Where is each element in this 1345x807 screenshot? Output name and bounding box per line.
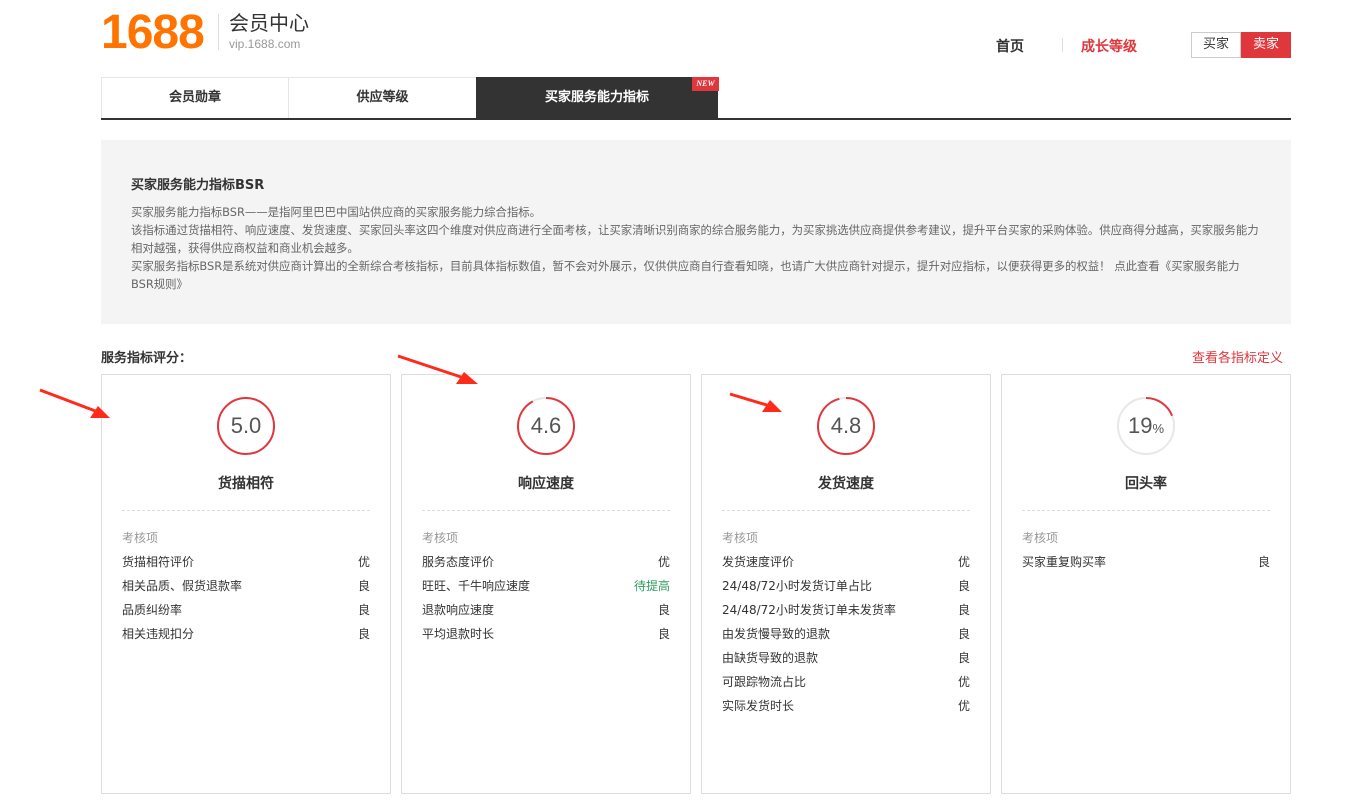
metric-name: 平均退款时长 <box>422 627 495 641</box>
intro-paragraph-1: 买家服务能力指标BSR——是指阿里巴巴中国站供应商的买家服务能力综合指标。 <box>131 205 542 219</box>
card-title: 发货速度 <box>818 476 874 492</box>
metric-grade: 优 <box>957 555 970 569</box>
metric-row: 由发货慢导致的退款 良 <box>722 625 970 649</box>
metric-row: 24/48/72小时发货订单未发货率 良 <box>722 601 970 625</box>
metric-name: 品质纠纷率 <box>122 603 183 617</box>
score-value: 19% <box>1127 413 1165 438</box>
metric-row: 由缺货导致的退款 良 <box>722 649 970 673</box>
metric-name: 可跟踪物流占比 <box>722 675 807 689</box>
header: 1688 会员中心 vip.1688.com 首页 成长等级 买家 卖家 <box>0 0 1345 78</box>
intro-paragraph-2: 该指标通过货描相符、响应速度、发货速度、买家回头率这四个维度对供应商进行全面考核… <box>131 223 1259 255</box>
tab-member-badges[interactable]: 会员勋章 <box>101 77 289 118</box>
score-value: 4.6 <box>530 413 562 438</box>
card-subtitle: 考核项 <box>722 531 759 545</box>
metric-row: 货描相符评价 优 <box>122 553 370 577</box>
site-title: 会员中心 <box>229 11 309 35</box>
seller-button[interactable]: 卖家 <box>1241 32 1291 58</box>
site-url: vip.1688.com <box>229 37 301 51</box>
metric-row: 品质纠纷率 良 <box>122 601 370 625</box>
section-title: 服务指标评分： <box>101 351 193 366</box>
tab-bar: 会员勋章 供应等级 买家服务能力指标 NEW <box>101 77 1291 120</box>
card-title: 回头率 <box>1125 476 1167 492</box>
metric-grade: 良 <box>357 579 370 593</box>
score-card-response-speed: 4.6 响应速度 考核项 服务态度评价优旺旺、千牛响应速度 待提高 退款响应速度良平均退款… <box>401 374 691 794</box>
view-definitions-link[interactable]: 查看各指标定义 <box>1192 347 1283 366</box>
card-divider <box>122 510 370 511</box>
metric-name: 相关品质、假货退款率 <box>122 579 243 593</box>
logo[interactable]: 1688 <box>101 8 205 58</box>
metric-row: 相关品质、假货退款率 良 <box>122 577 370 601</box>
metric-grade: 良 <box>957 579 970 593</box>
metric-grade: 良 <box>957 627 970 641</box>
metric-grade: 良 <box>957 603 970 617</box>
card-divider <box>422 510 670 511</box>
card-title: 响应速度 <box>518 476 574 492</box>
metric-grade: 优 <box>957 675 970 689</box>
intro-paragraph-3: 买家服务指标BSR是系统对供应商计算出的全新综合考核指标，目前具体指标数值，暂不… <box>131 259 1240 291</box>
metric-row: 平均退款时长 良 <box>422 625 670 649</box>
metric-name: 24/48/72小时发货订单未发货率 <box>722 603 896 617</box>
metric-grade: 良 <box>657 603 670 617</box>
metric-row: 旺旺、千牛响应速度 待提高 <box>422 577 670 601</box>
metric-row: 买家重复购买率 良 <box>1022 553 1270 577</box>
metric-grade: 优 <box>957 699 970 713</box>
score-value: 5.0 <box>230 413 262 438</box>
intro-panel: 买家服务能力指标BSR 买家服务能力指标BSR——是指阿里巴巴中国站供应商的买家… <box>101 140 1291 324</box>
card-divider <box>1022 510 1270 511</box>
metric-grade: 良 <box>357 627 370 641</box>
nav-home-link[interactable]: 首页 <box>996 36 1024 56</box>
metric-name: 退款响应速度 <box>422 603 495 617</box>
role-switch: 买家 卖家 <box>1191 32 1291 58</box>
metric-row: 24/48/72小时发货订单占比 良 <box>722 577 970 601</box>
metric-row: 相关违规扣分 良 <box>122 625 370 649</box>
metric-grade: 良 <box>957 651 970 665</box>
tab-supply-level[interactable]: 供应等级 <box>288 77 477 118</box>
score-card-description-match: 5.0 货描相符 考核项 货描相符评价优相关品质、假货退款率良品质纠纷率良相关违规扣分… <box>101 374 391 794</box>
metric-name: 旺旺、千牛响应速度 <box>422 579 531 593</box>
metric-name: 服务态度评价 <box>422 555 495 569</box>
card-subtitle: 考核项 <box>422 531 459 545</box>
metric-grade: 良 <box>1257 555 1270 569</box>
metric-name: 相关违规扣分 <box>122 627 195 641</box>
metric-grade: 良 <box>657 627 670 641</box>
intro-title: 买家服务能力指标BSR <box>131 178 265 193</box>
metric-list: 服务态度评价优旺旺、千牛响应速度 待提高 退款响应速度良平均退款时长良 <box>422 553 670 649</box>
score-card-repurchase-rate: 19% 回头率考核项买家重复购买率 良 <box>1001 374 1291 794</box>
card-divider <box>722 510 970 511</box>
metric-name: 发货速度评价 <box>722 555 795 569</box>
metric-name: 买家重复购买率 <box>1022 555 1107 569</box>
tab-buyer-service-index[interactable]: 买家服务能力指标 <box>476 77 718 118</box>
metric-row: 退款响应速度 良 <box>422 601 670 625</box>
metric-grade: 优 <box>657 555 670 569</box>
card-title: 货描相符 <box>218 476 274 492</box>
nav-growth-link[interactable]: 成长等级 <box>1081 36 1137 56</box>
metric-grade: 优 <box>357 555 370 569</box>
logo-divider <box>218 14 219 50</box>
metric-name: 由缺货导致的退款 <box>722 651 819 665</box>
metric-name: 24/48/72小时发货订单占比 <box>722 579 872 593</box>
card-subtitle: 考核项 <box>1022 531 1059 545</box>
metric-row: 可跟踪物流占比 优 <box>722 673 970 697</box>
metric-name: 由发货慢导致的退款 <box>722 627 831 641</box>
nav-separator <box>1062 38 1063 52</box>
metric-grade: 良 <box>357 603 370 617</box>
metric-row: 发货速度评价 优 <box>722 553 970 577</box>
score-value: 4.8 <box>830 413 862 438</box>
metric-name: 货描相符评价 <box>122 555 195 569</box>
metric-list: 货描相符评价优相关品质、假货退款率良品质纠纷率良相关违规扣分良 <box>122 553 370 649</box>
metric-grade: 待提高 <box>633 579 670 593</box>
metric-list: 发货速度评价优 24/48/72小时发货订单占比良 24/48/72小时发货订单未发… <box>722 553 970 721</box>
new-badge: NEW <box>692 77 719 91</box>
metric-list: 买家重复购买率 良 <box>1022 553 1270 577</box>
metric-row: 服务态度评价 优 <box>422 553 670 577</box>
metric-row: 实际发货时长 优 <box>722 697 970 721</box>
buyer-button[interactable]: 买家 <box>1191 32 1241 58</box>
score-card-shipping-speed: 4.8 发货速度 考核项 发货速度评价优 24/48/72小时发货订单占比良 24/48/… <box>701 374 991 794</box>
metric-name: 实际发货时长 <box>722 699 795 713</box>
card-subtitle: 考核项 <box>122 531 159 545</box>
